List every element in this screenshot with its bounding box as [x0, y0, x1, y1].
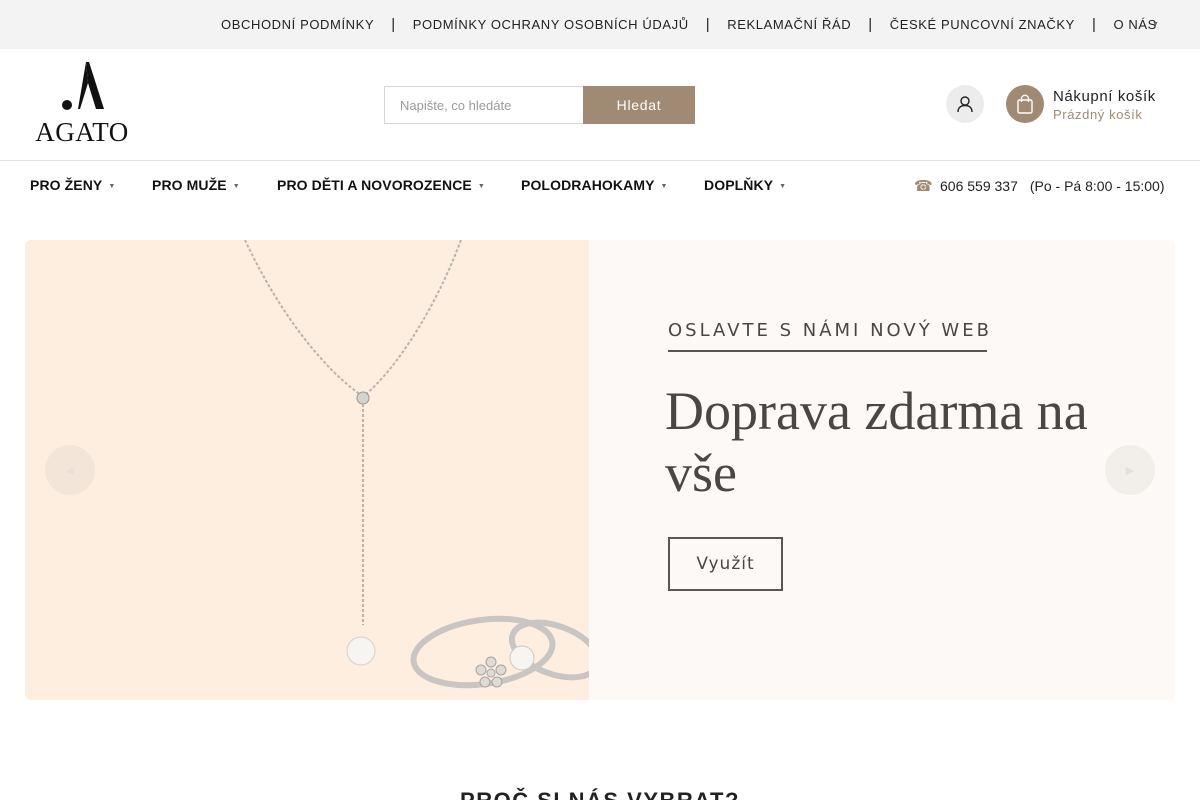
- nav-item-label: PRO DĚTI A NOVOROZENCE: [277, 177, 472, 193]
- top-utility-bar: OBCHODNÍ PODMÍNKY | PODMÍNKY OCHRANY OSO…: [0, 0, 1200, 49]
- slider-prev-button[interactable]: ◀: [45, 445, 95, 495]
- link-puncovni-znacky[interactable]: ČESKÉ PUNCOVNÍ ZNAČKY: [890, 17, 1075, 32]
- link-reklamacni-rad[interactable]: REKLAMAČNÍ ŘÁD: [727, 17, 851, 32]
- phone-number: 606 559 337: [940, 178, 1018, 194]
- chevron-down-icon: ▼: [477, 183, 485, 190]
- link-o-nas[interactable]: O NÁS: [1113, 17, 1156, 32]
- phone-icon: ☎: [914, 178, 933, 195]
- nav-item-label: PRO ŽENY: [30, 177, 103, 193]
- nav-item-label: DOPLŇKY: [704, 177, 774, 193]
- nav-item-label: POLODRAHOKAMY: [521, 177, 655, 193]
- hero-product-image: [25, 240, 602, 700]
- chevron-down-icon: ▼: [779, 183, 787, 190]
- hero-slider: OSLAVTE S NÁMI NOVÝ WEB Doprava zdarma n…: [25, 240, 1175, 700]
- link-obchodni-podminky[interactable]: OBCHODNÍ PODMÍNKY: [221, 17, 374, 32]
- search-input[interactable]: [384, 86, 583, 124]
- chevron-down-icon: ▼: [232, 183, 240, 190]
- user-account-button[interactable]: [946, 85, 984, 123]
- nav-item-doplnky[interactable]: DOPLŇKY ▼: [704, 177, 786, 193]
- cart-button[interactable]: [1006, 85, 1044, 123]
- slider-next-button[interactable]: ▶: [1105, 445, 1155, 495]
- chevron-down-icon: ▼: [660, 183, 668, 190]
- logo-mark-icon: [62, 62, 104, 110]
- separator: |: [1091, 16, 1097, 33]
- separator: |: [705, 16, 711, 33]
- cart-summary[interactable]: Nákupní košík Prázdný košík: [1053, 88, 1156, 122]
- jewelry-image: [244, 240, 602, 689]
- separator: |: [391, 16, 396, 33]
- site-header: AGATO Hledat Nákupní košík Prázdný košík: [0, 49, 1200, 161]
- nav-item-pro-muze[interactable]: PRO MUŽE ▼: [152, 177, 240, 193]
- topbar-links: OBCHODNÍ PODMÍNKY | PODMÍNKY OCHRANY OSO…: [221, 16, 1157, 33]
- cart-status: Prázdný košík: [1053, 107, 1143, 122]
- contact-phone[interactable]: ☎ 606 559 337 (Po - Pá 8:00 - 15:00): [914, 177, 1165, 195]
- divider: [668, 350, 987, 352]
- search-bar: Hledat: [384, 86, 695, 124]
- hero-title: Doprava zdarma na vše: [665, 381, 1088, 503]
- section-title-why-us: PROČ SI NÁS VYBRAT?: [0, 788, 1200, 800]
- logo[interactable]: AGATO: [30, 61, 134, 147]
- search-button[interactable]: Hledat: [583, 86, 695, 124]
- hero-cta-button[interactable]: Využít: [668, 537, 783, 591]
- nav-item-label: PRO MUŽE: [152, 177, 227, 193]
- hero-eyebrow: OSLAVTE S NÁMI NOVÝ WEB: [668, 320, 992, 341]
- separator: |: [868, 16, 873, 33]
- nav-item-pro-deti[interactable]: PRO DĚTI A NOVOROZENCE ▼: [277, 177, 485, 193]
- opening-hours: (Po - Pá 8:00 - 15:00): [1029, 178, 1165, 194]
- link-ochrana-udaju[interactable]: PODMÍNKY OCHRANY OSOBNÍCH ÚDAJŮ: [413, 17, 689, 32]
- chevron-down-icon[interactable]: ▼: [1152, 21, 1159, 28]
- chevron-right-icon: ▶: [1125, 464, 1135, 477]
- cart-title: Nákupní košík: [1053, 88, 1156, 105]
- chevron-down-icon: ▼: [108, 183, 116, 190]
- nav-item-polodrahokamy[interactable]: POLODRAHOKAMY ▼: [521, 177, 668, 193]
- nav-item-pro-zeny[interactable]: PRO ŽENY ▼: [30, 177, 115, 193]
- chevron-left-icon: ◀: [65, 464, 75, 477]
- main-nav: PRO ŽENY ▼ PRO MUŽE ▼ PRO DĚTI A NOVOROZEN…: [0, 161, 1200, 209]
- logo-text: AGATO: [35, 117, 129, 147]
- shopping-bag-icon: [1017, 94, 1033, 114]
- user-icon: [957, 96, 973, 113]
